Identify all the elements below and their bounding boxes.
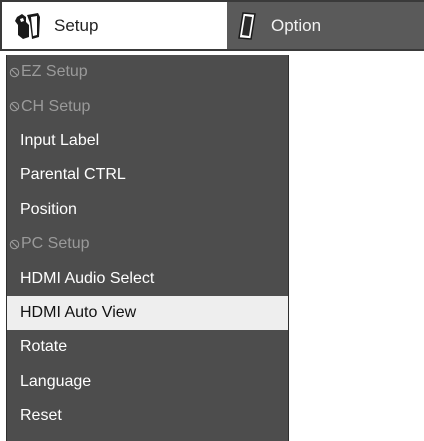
tab-option[interactable]: Option [227, 0, 424, 51]
menu-item-position[interactable]: Position [7, 193, 288, 227]
tab-option-label: Option [271, 15, 322, 35]
menu-item-ch-setup: CH Setup [7, 89, 288, 123]
screen: Setup Option EZ Setup CH Setup Input Lab… [0, 0, 424, 441]
menu-item-hdmi-audio-select[interactable]: HDMI Audio Select [7, 261, 288, 295]
menu-item-label: Rotate [20, 338, 68, 356]
menu-item-language[interactable]: Language [7, 365, 288, 399]
card-icon [238, 11, 256, 40]
menu-item-rotate[interactable]: Rotate [7, 330, 288, 364]
menu-item-label: Input Label [20, 131, 100, 149]
menu-item-label: HDMI Auto View [20, 303, 137, 321]
disabled-icon [9, 101, 20, 112]
menu-item-label: Position [20, 200, 77, 218]
menu-item-ez-setup: EZ Setup [7, 55, 288, 89]
menu-item-label: CH Setup [21, 97, 91, 115]
menu-item-label: Reset [20, 407, 62, 425]
menu-item-label: Parental CTRL [20, 166, 126, 184]
menu-item-label: Language [20, 372, 92, 390]
menu-item-reset[interactable]: Reset [7, 399, 288, 433]
menu-item-hdmi-auto-view[interactable]: HDMI Auto View [7, 295, 288, 331]
menu-item-pc-setup: PC Setup [7, 227, 288, 261]
menu-item-label: EZ Setup [21, 63, 88, 81]
menu-item-label: HDMI Audio Select [20, 269, 155, 287]
disabled-icon [9, 67, 20, 77]
menu-item-label: PC Setup [21, 235, 90, 253]
tab-setup[interactable]: Setup [0, 0, 227, 51]
menu-item-input-label[interactable]: Input Label [7, 124, 288, 158]
disabled-icon [9, 239, 20, 249]
tab-setup-label: Setup [54, 15, 99, 35]
wrench-hand-icon [15, 12, 40, 39]
tab-bar: Setup Option [0, 0, 424, 51]
setup-menu: EZ Setup CH Setup Input Label Parental C… [6, 55, 289, 441]
menu-item-parental-ctrl[interactable]: Parental CTRL [7, 158, 288, 192]
